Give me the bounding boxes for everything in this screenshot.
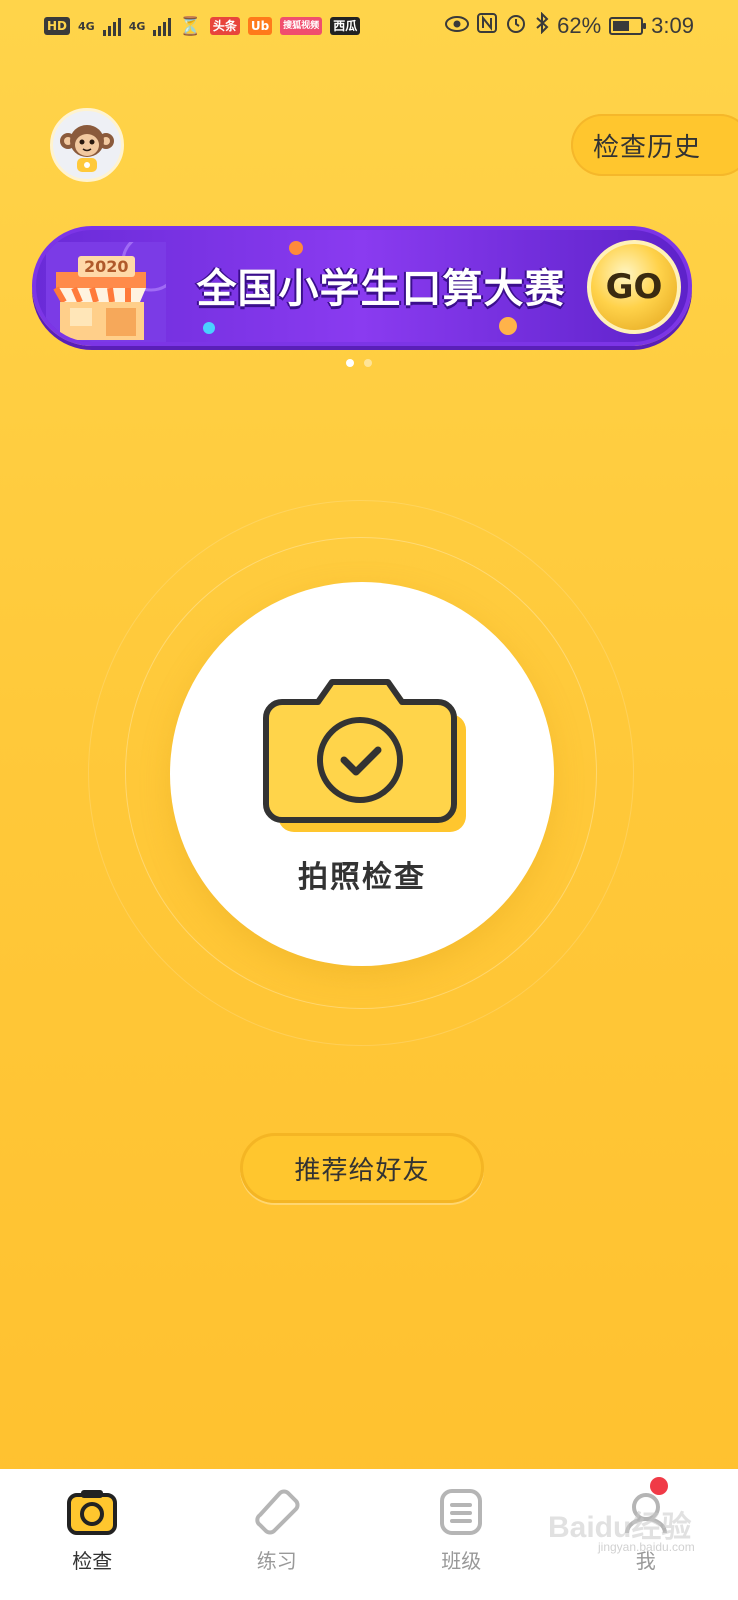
user-avatar[interactable] <box>50 108 124 182</box>
photo-check-button[interactable]: 拍照检查 <box>170 582 554 966</box>
status-right: 62% 3:09 <box>445 11 694 40</box>
banner-go-button[interactable]: GO <box>587 240 681 334</box>
camera-icon <box>67 1490 118 1535</box>
network-type-2: 4G <box>128 19 146 33</box>
carousel-dot <box>364 359 372 367</box>
signal-icon-2 <box>153 16 172 36</box>
status-bar: HD 4G 4G ⏳ 头条 Ub 搜狐视频 西瓜 62% 3:09 <box>0 0 738 52</box>
status-left: HD 4G 4G ⏳ 头条 Ub 搜狐视频 西瓜 <box>44 15 361 37</box>
battery-percentage: 62% <box>557 13 602 38</box>
uc-app-icon: Ub <box>247 17 273 35</box>
nfc-icon <box>477 13 498 39</box>
nav-tab-practice[interactable]: 练习 <box>185 1469 370 1600</box>
baidu-watermark-url: jingyan.baidu.com <box>598 1540 695 1554</box>
carousel-indicator <box>346 359 372 367</box>
notification-dot <box>650 1477 668 1495</box>
nav-tab-class[interactable]: 班级 <box>369 1469 554 1600</box>
decor-ball-icon <box>203 322 215 334</box>
bluetooth-icon <box>535 11 549 40</box>
photo-check-label: 拍照检查 <box>298 860 426 895</box>
decor-ball-icon <box>289 241 303 255</box>
monkey-avatar-icon <box>53 111 121 179</box>
xigua-app-icon: 西瓜 <box>330 17 361 35</box>
list-icon <box>440 1489 483 1535</box>
clock-time: 3:09 <box>651 13 694 38</box>
promo-banner[interactable]: 2020 全国小学生口算大赛 GO <box>32 226 692 346</box>
eye-icon <box>445 14 470 39</box>
banner-year: 2020 <box>78 256 135 277</box>
camera-check-icon <box>263 679 466 832</box>
toutiao-app-icon: 头条 <box>209 17 240 35</box>
check-history-button[interactable]: 检查历史 <box>571 114 738 176</box>
alarm-icon <box>505 12 527 40</box>
recommend-to-friend-button[interactable]: 推荐给好友 <box>240 1133 484 1203</box>
check-history-label: 检查历史 <box>593 132 702 163</box>
banner-title: 全国小学生口算大赛 <box>196 266 566 312</box>
nav-tab-check[interactable]: 检查 <box>0 1469 185 1600</box>
nav-label-practice: 练习 <box>256 1549 297 1573</box>
hd-indicator: HD <box>44 17 71 35</box>
carousel-dot-active <box>346 359 354 367</box>
recommend-label: 推荐给好友 <box>294 1155 430 1186</box>
hourglass-icon: ⏳ <box>179 15 202 37</box>
signal-icon <box>102 16 121 36</box>
battery-icon <box>609 17 647 35</box>
nav-label-check: 检查 <box>72 1549 113 1573</box>
network-type-1: 4G <box>78 19 95 33</box>
tag-icon <box>255 1489 300 1535</box>
sohu-video-app-icon: 搜狐视频 <box>280 17 323 35</box>
nav-label-class: 班级 <box>441 1549 482 1573</box>
decor-ball-icon <box>499 317 517 335</box>
